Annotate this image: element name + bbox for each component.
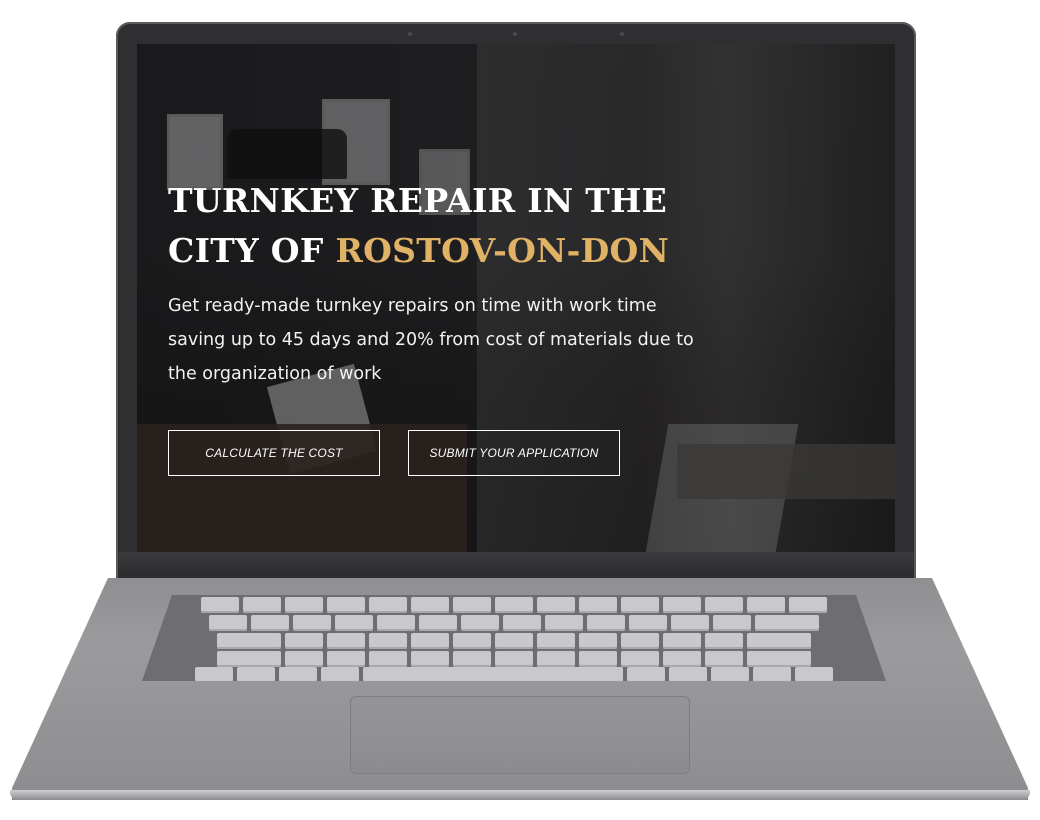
sensor-dot-icon (620, 32, 624, 36)
key (369, 651, 407, 667)
hero-title: TURNKEY REPAIR IN THE CITY OF ROSTOV-ON-… (168, 176, 768, 276)
key (285, 651, 323, 667)
hero-title-city: ROSTOV-ON-DON (335, 231, 670, 270)
hero-title-line2-prefix: CITY OF (168, 231, 336, 270)
key (663, 633, 701, 649)
key (209, 615, 247, 631)
key (579, 633, 617, 649)
keyboard-row (142, 667, 886, 681)
keyboard-row (142, 615, 886, 631)
key (747, 633, 811, 649)
key (419, 615, 457, 631)
key (335, 615, 373, 631)
key (669, 667, 707, 681)
key (537, 597, 575, 613)
key (705, 651, 743, 667)
key (201, 597, 239, 613)
laptop-hinge (118, 552, 914, 580)
spacebar (363, 667, 623, 681)
key (537, 633, 575, 649)
key (453, 633, 491, 649)
key (711, 667, 749, 681)
hero-subtitle: Get ready-made turnkey repairs on time w… (168, 296, 694, 384)
key (195, 667, 233, 681)
key (251, 615, 289, 631)
key (243, 597, 281, 613)
submit-application-button[interactable]: SUBMIT YOUR APPLICATION (408, 430, 620, 476)
key (587, 615, 625, 631)
key (461, 615, 499, 631)
key (621, 633, 659, 649)
calculate-cost-button[interactable]: CALCULATE THE COST (168, 430, 380, 476)
key (627, 667, 665, 681)
key (411, 651, 449, 667)
key (327, 633, 365, 649)
key (545, 615, 583, 631)
hero-title-line1: TURNKEY REPAIR IN THE (168, 181, 668, 220)
keyboard-row (142, 597, 886, 613)
key (789, 597, 827, 613)
key (629, 615, 667, 631)
laptop-screen: TURNKEY REPAIR IN THE CITY OF ROSTOV-ON-… (137, 44, 895, 552)
sensor-dot-icon (408, 32, 412, 36)
key (621, 651, 659, 667)
background-table (677, 444, 895, 499)
key (713, 615, 751, 631)
key (579, 651, 617, 667)
key (755, 615, 819, 631)
key (663, 651, 701, 667)
key (453, 597, 491, 613)
key (705, 597, 743, 613)
keyboard-row (142, 651, 886, 667)
key (495, 633, 533, 649)
key (453, 651, 491, 667)
key (747, 597, 785, 613)
key (671, 615, 709, 631)
key (503, 615, 541, 631)
background-lamp (227, 129, 347, 179)
key (217, 651, 281, 667)
keyboard-row (142, 633, 886, 649)
laptop-base-edge (10, 790, 1030, 800)
camera-icon (513, 32, 517, 36)
key (237, 667, 275, 681)
key (537, 651, 575, 667)
key (495, 597, 533, 613)
key (377, 615, 415, 631)
key (369, 597, 407, 613)
key (293, 615, 331, 631)
key (285, 597, 323, 613)
key (327, 651, 365, 667)
windows-key-icon (279, 667, 317, 681)
key (579, 597, 617, 613)
key (495, 651, 533, 667)
key (621, 597, 659, 613)
key (217, 633, 281, 649)
key (321, 667, 359, 681)
keyboard (142, 595, 886, 681)
key (795, 667, 833, 681)
touchpad (350, 696, 690, 774)
key (411, 597, 449, 613)
key (327, 597, 365, 613)
key (411, 633, 449, 649)
key (753, 667, 791, 681)
key (663, 597, 701, 613)
key (747, 651, 811, 667)
key (705, 633, 743, 649)
key (285, 633, 323, 649)
key (369, 633, 407, 649)
